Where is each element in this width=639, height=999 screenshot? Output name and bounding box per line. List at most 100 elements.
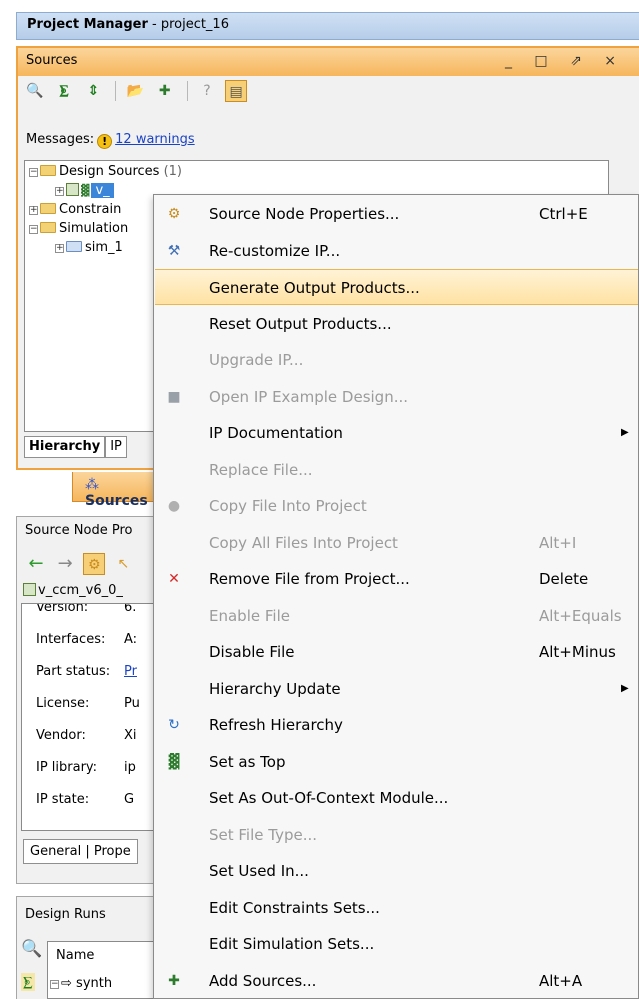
run-arrow-icon: ⇨ bbox=[61, 976, 72, 991]
menu-item-edit-constraints-sets[interactable]: Edit Constraints Sets... bbox=[155, 890, 638, 926]
menu-item-edit-simulation-sets[interactable]: Edit Simulation Sets... bbox=[155, 926, 638, 962]
collapse-all-icon[interactable]: ⨊ bbox=[21, 973, 35, 991]
menu-item-label: Refresh Hierarchy bbox=[209, 716, 343, 734]
selected-tree-item[interactable]: v_ bbox=[91, 183, 114, 198]
properties-item: v_ccm_v6_0_ bbox=[23, 583, 123, 598]
messages-row: Messages:! 12 warnings bbox=[26, 132, 195, 149]
expand-icon[interactable]: + bbox=[55, 187, 64, 196]
expand-icon[interactable]: + bbox=[29, 206, 38, 215]
forward-icon[interactable]: → bbox=[54, 553, 76, 575]
menu-item-generate-output-products[interactable]: Generate Output Products... bbox=[155, 269, 638, 305]
tree-item-simulation[interactable]: − Simulation bbox=[29, 221, 128, 239]
property-row: IP state: G bbox=[36, 792, 135, 807]
menu-item-source-node-properties[interactable]: ⚙ Source Node Properties... Ctrl+E bbox=[155, 196, 638, 232]
tree-item-ip[interactable]: + ▓ v_ bbox=[55, 183, 114, 201]
menu-item-ip-documentation[interactable]: IP Documentation ▶ bbox=[155, 415, 638, 451]
tab-general[interactable]: General bbox=[30, 844, 81, 859]
menu-item-shortcut: Delete bbox=[539, 570, 589, 588]
properties-icon[interactable]: ⚙ bbox=[83, 553, 106, 575]
menu-item-shortcut: Alt+A bbox=[539, 971, 583, 990]
menu-item-hierarchy-update[interactable]: Hierarchy Update ▶ bbox=[155, 671, 638, 707]
menu-item-set-as-out-of-context-module[interactable]: Set As Out-Of-Context Module... bbox=[155, 780, 638, 816]
open-folder-icon[interactable]: 📂 bbox=[125, 80, 147, 102]
window-controls[interactable]: _ □ ⇗ × bbox=[505, 53, 625, 69]
remove-icon: ✕ bbox=[168, 571, 180, 587]
menu-item-re-customize-ip[interactable]: ⚒ Re-customize IP... bbox=[155, 233, 638, 269]
tab-hierarchy[interactable]: Hierarchy bbox=[24, 436, 106, 458]
part-status-link[interactable]: Pr bbox=[124, 664, 137, 679]
collapse-icon[interactable]: − bbox=[29, 168, 38, 177]
expand-all-icon[interactable]: ⇕ bbox=[82, 80, 104, 102]
ip-icon bbox=[23, 583, 36, 596]
help-icon[interactable]: ? bbox=[196, 80, 218, 102]
menu-item-shortcut: Alt+I bbox=[539, 533, 577, 552]
recustomize-icon: ⚒ bbox=[167, 242, 181, 259]
menu-item-label: Source Node Properties... bbox=[209, 205, 400, 223]
collapse-all-icon[interactable]: ⨊ bbox=[53, 80, 75, 102]
sim-set-icon bbox=[66, 241, 82, 252]
menu-item-set-file-type: Set File Type... bbox=[155, 817, 638, 853]
property-row: Part status: Pr bbox=[36, 664, 137, 679]
expand-icon[interactable]: + bbox=[55, 244, 64, 253]
tree-item-sim-1[interactable]: + sim_1 bbox=[55, 240, 123, 258]
sources-panel-header: Sources _ □ ⇗ × bbox=[18, 48, 639, 76]
tab-properties[interactable]: Prope bbox=[94, 844, 131, 859]
menu-item-disable-file[interactable]: Disable File Alt+Minus bbox=[155, 634, 638, 670]
search-icon[interactable]: 🔍 bbox=[21, 939, 42, 959]
menu-item-upgrade-ip: Upgrade IP... bbox=[155, 342, 638, 378]
select-icon[interactable]: ↖ bbox=[112, 553, 134, 575]
toolbar-separator bbox=[186, 81, 188, 101]
sources-view-tabs: Hierarchy IP bbox=[24, 436, 174, 460]
tree-item-design-sources[interactable]: − Design Sources (1) bbox=[29, 164, 182, 182]
tab-sources[interactable]: ⁂ Sources bbox=[72, 472, 164, 509]
property-row: Interfaces: A: bbox=[36, 632, 138, 647]
menu-item-label: Open IP Example Design... bbox=[209, 387, 409, 406]
messages-label: Messages: bbox=[26, 132, 95, 147]
tree-item-constraints[interactable]: + Constrain bbox=[29, 202, 121, 220]
menu-item-label: Add Sources... bbox=[209, 971, 317, 990]
back-icon[interactable]: ← bbox=[25, 553, 47, 575]
context-menu: ⚙ Source Node Properties... Ctrl+E ⚒ Re-cust… bbox=[153, 194, 639, 999]
properties-tabs: General | Prope bbox=[23, 839, 138, 864]
menu-item-label: Generate Output Products... bbox=[209, 279, 420, 297]
sources-panel-title: Sources bbox=[26, 53, 78, 68]
menu-item-label: Set As Out-Of-Context Module... bbox=[209, 789, 449, 807]
properties-panel-title: Source Node Pro bbox=[25, 523, 133, 538]
menu-item-label: Upgrade IP... bbox=[209, 351, 304, 369]
menu-item-label: Reset Output Products... bbox=[209, 314, 392, 333]
menu-item-label: Edit Simulation Sets... bbox=[209, 935, 375, 953]
property-row: IP library: ip bbox=[36, 760, 136, 775]
menu-item-label: IP Documentation bbox=[209, 424, 343, 442]
menu-item-label: Hierarchy Update bbox=[209, 679, 341, 698]
top-module-icon: ▓ bbox=[81, 184, 90, 197]
search-icon[interactable]: 🔍 bbox=[24, 80, 46, 102]
menu-item-replace-file: Replace File... bbox=[155, 452, 638, 488]
menu-item-add-sources[interactable]: ✚ Add Sources... Alt+A bbox=[155, 963, 638, 999]
app-title: Project Manager bbox=[27, 17, 148, 32]
menu-item-remove-file-from-project[interactable]: ✕ Remove File from Project... Delete bbox=[155, 561, 638, 597]
warnings-link[interactable]: 12 warnings bbox=[115, 132, 195, 147]
toolbar-separator bbox=[115, 81, 117, 101]
menu-item-refresh-hierarchy[interactable]: ↻ Refresh Hierarchy bbox=[155, 707, 638, 743]
warning-icon: ! bbox=[97, 134, 113, 149]
submenu-arrow-icon: ▶ bbox=[621, 427, 629, 438]
menu-item-set-as-top[interactable]: ▓ Set as Top bbox=[155, 744, 638, 780]
menu-item-shortcut: Ctrl+E bbox=[539, 205, 588, 223]
menu-item-reset-output-products[interactable]: Reset Output Products... bbox=[155, 306, 638, 342]
folder-icon bbox=[40, 222, 56, 233]
column-header-name[interactable]: Name bbox=[56, 948, 94, 963]
table-row[interactable]: − ⇨ synth bbox=[50, 976, 112, 991]
add-sources-icon[interactable]: ✚ bbox=[154, 80, 176, 102]
collapse-icon[interactable]: − bbox=[29, 225, 38, 234]
menu-item-label: Set Used In... bbox=[209, 862, 309, 880]
expand-icon[interactable]: − bbox=[50, 980, 59, 989]
menu-item-label: Disable File bbox=[209, 643, 295, 661]
sources-icon: ⁂ bbox=[85, 477, 99, 493]
menu-item-open-ip-example-design: ■ Open IP Example Design... bbox=[155, 379, 638, 415]
menu-item-set-used-in[interactable]: Set Used In... bbox=[155, 853, 638, 889]
tab-ip[interactable]: IP bbox=[105, 436, 127, 458]
menu-item-label: Re-customize IP... bbox=[209, 241, 341, 260]
add-sources-icon: ✚ bbox=[168, 972, 180, 989]
folder-icon bbox=[40, 165, 56, 176]
show-all-icon[interactable]: ▤ bbox=[225, 80, 248, 102]
